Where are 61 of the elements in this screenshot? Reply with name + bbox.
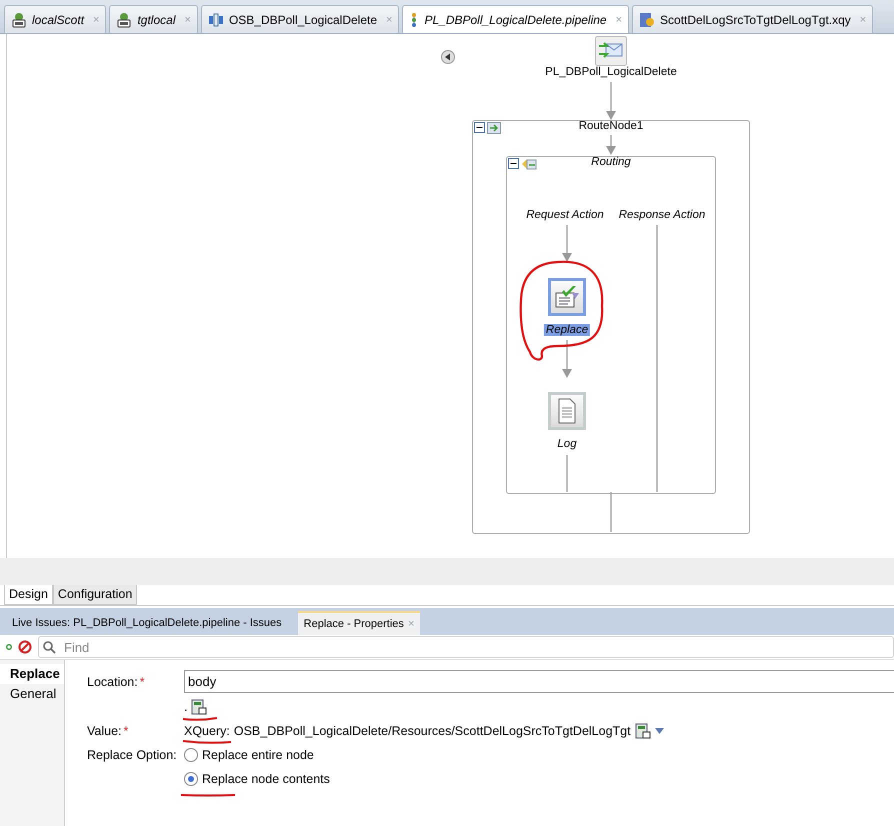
editor-tab[interactable]: PL_DBPoll_LogicalDelete.pipeline × (402, 5, 630, 33)
expression-editor-icon[interactable] (634, 723, 651, 739)
proxy-label: PL_DBPoll_LogicalDelete (544, 66, 678, 78)
route-node-icon (487, 122, 501, 134)
annotation-underline (182, 717, 218, 721)
radio-button[interactable] (184, 748, 198, 762)
collapse-toggle-icon[interactable] (508, 158, 519, 169)
expression-editor-icon[interactable] (191, 699, 208, 715)
required-mark: * (140, 674, 145, 688)
service-icon (208, 12, 224, 28)
connector-arrow (562, 225, 572, 262)
field-label: Replace Option: (87, 747, 178, 764)
annotation-underline (180, 793, 236, 797)
action-node[interactable] (548, 392, 586, 430)
panel-tab[interactable]: Replace - Properties × (298, 611, 420, 635)
database-icon (116, 12, 132, 28)
annotation-underline (182, 740, 232, 744)
connector-arrow (562, 340, 572, 378)
connector-line (566, 455, 568, 492)
editor-tab[interactable]: localScott × (4, 5, 106, 33)
routing-label: Routing (590, 156, 632, 168)
collapse-toggle-icon[interactable] (474, 122, 485, 133)
expression-type: XQuery: (184, 724, 230, 738)
connector-arrow (606, 82, 616, 120)
editor-tab[interactable]: ScottDelLogSrcToTgtDelLogTgt.xqy × (632, 5, 874, 33)
side-tab[interactable]: General (0, 684, 64, 704)
expression-path: OSB_DBPoll_LogicalDelete/Resources/ScottDelLogSrcToTgtDelLogTgt (234, 724, 631, 738)
back-icon[interactable] (441, 50, 455, 64)
dropdown-caret-icon[interactable] (654, 728, 664, 734)
routing-icon (521, 158, 537, 170)
database-icon (11, 12, 27, 28)
radio-button[interactable] (184, 772, 198, 786)
panel-tab[interactable]: Live Issues: PL_DBPoll_LogicalDelete.pipeline - Issues (6, 611, 288, 635)
proxy-service-icon[interactable] (595, 36, 627, 66)
location-field[interactable]: body (184, 670, 894, 693)
connector-arrow (606, 135, 616, 155)
document-icon (556, 398, 578, 424)
search-icon (43, 640, 56, 654)
editor-tab[interactable]: tgtlocal × (109, 5, 198, 33)
editor-tab[interactable]: OSB_DBPoll_LogicalDelete × (200, 5, 400, 33)
connector-line (610, 492, 612, 532)
xquery-file-icon (639, 12, 656, 28)
action-label[interactable]: Log (555, 438, 579, 450)
response-action-label: Response Action (618, 209, 706, 221)
stop-icon[interactable] (18, 640, 32, 654)
radio-option[interactable]: Replace node contents (184, 769, 330, 789)
view-tab[interactable]: Configuration (52, 585, 138, 605)
request-action-label: Request Action (525, 209, 605, 221)
field-label: Value: (87, 724, 122, 738)
route-node-label: RouteNode1 (578, 120, 644, 132)
search-field[interactable]: Find (38, 636, 894, 658)
field-label: Location: (87, 674, 138, 688)
side-tab[interactable]: Replace (0, 664, 64, 684)
view-tab[interactable]: Design (4, 585, 53, 605)
expression-dot: . (184, 700, 188, 714)
required-mark: * (124, 724, 128, 738)
replace-icon (554, 285, 580, 309)
action-node[interactable] (548, 278, 586, 316)
status-dot-icon (6, 644, 12, 650)
radio-option[interactable]: Replace entire node (184, 745, 314, 765)
action-label[interactable]: Replace (544, 324, 590, 336)
